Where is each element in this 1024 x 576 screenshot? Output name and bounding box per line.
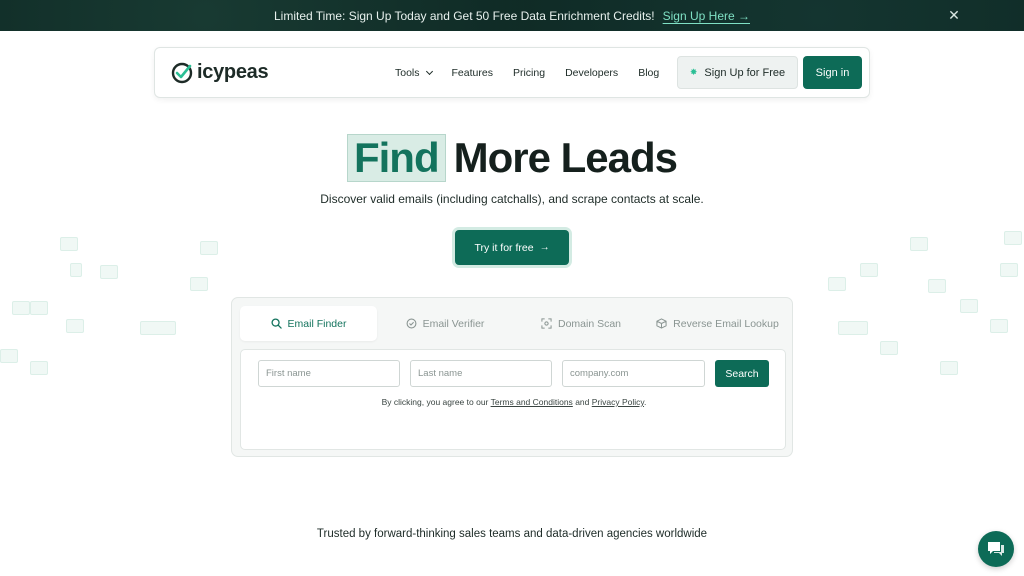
nav-features[interactable]: Features <box>452 67 493 79</box>
tab-email-finder[interactable]: Email Finder <box>240 306 377 341</box>
tab-label: Domain Scan <box>557 317 622 330</box>
sparkle-icon: ✸ <box>689 67 698 77</box>
email-tool-panel: Email Finder Email Verifier Domain Scan … <box>231 297 793 457</box>
trusted-by-text: Trusted by forward-thinking sales teams … <box>316 528 708 540</box>
brand-logo[interactable]: icypeas <box>171 61 269 84</box>
search-icon <box>270 318 282 329</box>
hero-subtitle: Discover valid emails (including catchal… <box>320 192 704 206</box>
tab-domain-scan[interactable]: Domain Scan <box>513 306 649 341</box>
hero-title-rest: More Leads <box>453 134 678 181</box>
announcement-text: Limited Time: Sign Up Today and Get 50 F… <box>274 8 655 23</box>
consent-text: By clicking, you agree to our Terms and … <box>381 397 647 407</box>
cube-icon <box>656 318 667 329</box>
arrow-right-icon: → <box>539 242 550 253</box>
company-domain-input[interactable] <box>562 360 705 387</box>
terms-link[interactable]: Terms and Conditions <box>491 397 573 407</box>
tab-label: Email Finder <box>287 317 347 330</box>
chat-widget-button[interactable] <box>978 531 1014 567</box>
nav-developers[interactable]: Developers <box>565 67 618 79</box>
close-icon[interactable]: ✕ <box>946 7 962 23</box>
try-free-label: Try it for free <box>474 241 534 254</box>
navbar: icypeas Tools Features Pricing Developer… <box>154 47 870 98</box>
email-finder-form: Search By clicking, you agree to our Ter… <box>240 349 786 450</box>
tab-label: Reverse Email Lookup <box>673 317 779 330</box>
nav-blog[interactable]: Blog <box>638 67 659 79</box>
tool-tabs: Email Finder Email Verifier Domain Scan … <box>240 306 786 341</box>
hero-title: Find More Leads <box>0 134 1024 182</box>
tab-reverse-email-lookup[interactable]: Reverse Email Lookup <box>649 306 786 341</box>
check-circle-icon <box>406 318 417 329</box>
nav-pricing[interactable]: Pricing <box>513 67 545 79</box>
last-name-input[interactable] <box>410 360 552 387</box>
hero-highlight: Find <box>346 134 446 182</box>
logo-check-icon <box>171 62 193 83</box>
brand-name: icypeas <box>197 61 269 83</box>
chat-icon <box>988 542 1004 556</box>
tab-label: Email Verifier <box>422 317 485 330</box>
chevron-down-icon <box>425 67 433 75</box>
try-free-button[interactable]: Try it for free → <box>455 230 569 265</box>
search-button[interactable]: Search <box>715 360 769 387</box>
announcement-bar: Limited Time: Sign Up Today and Get 50 F… <box>0 0 1024 31</box>
nav-links: Tools Features Pricing Developers Blog <box>395 48 679 97</box>
nav-tools[interactable]: Tools <box>395 67 433 79</box>
signup-label: Sign Up for Free <box>704 66 786 79</box>
announcement-signup-link[interactable]: Sign Up Here → <box>663 9 750 23</box>
signup-button[interactable]: ✸ Sign Up for Free <box>677 56 798 89</box>
privacy-link[interactable]: Privacy Policy <box>592 397 644 407</box>
first-name-input[interactable] <box>258 360 400 387</box>
signin-button[interactable]: Sign in <box>803 56 862 89</box>
scan-icon <box>541 318 552 329</box>
tab-email-verifier[interactable]: Email Verifier <box>377 306 513 341</box>
